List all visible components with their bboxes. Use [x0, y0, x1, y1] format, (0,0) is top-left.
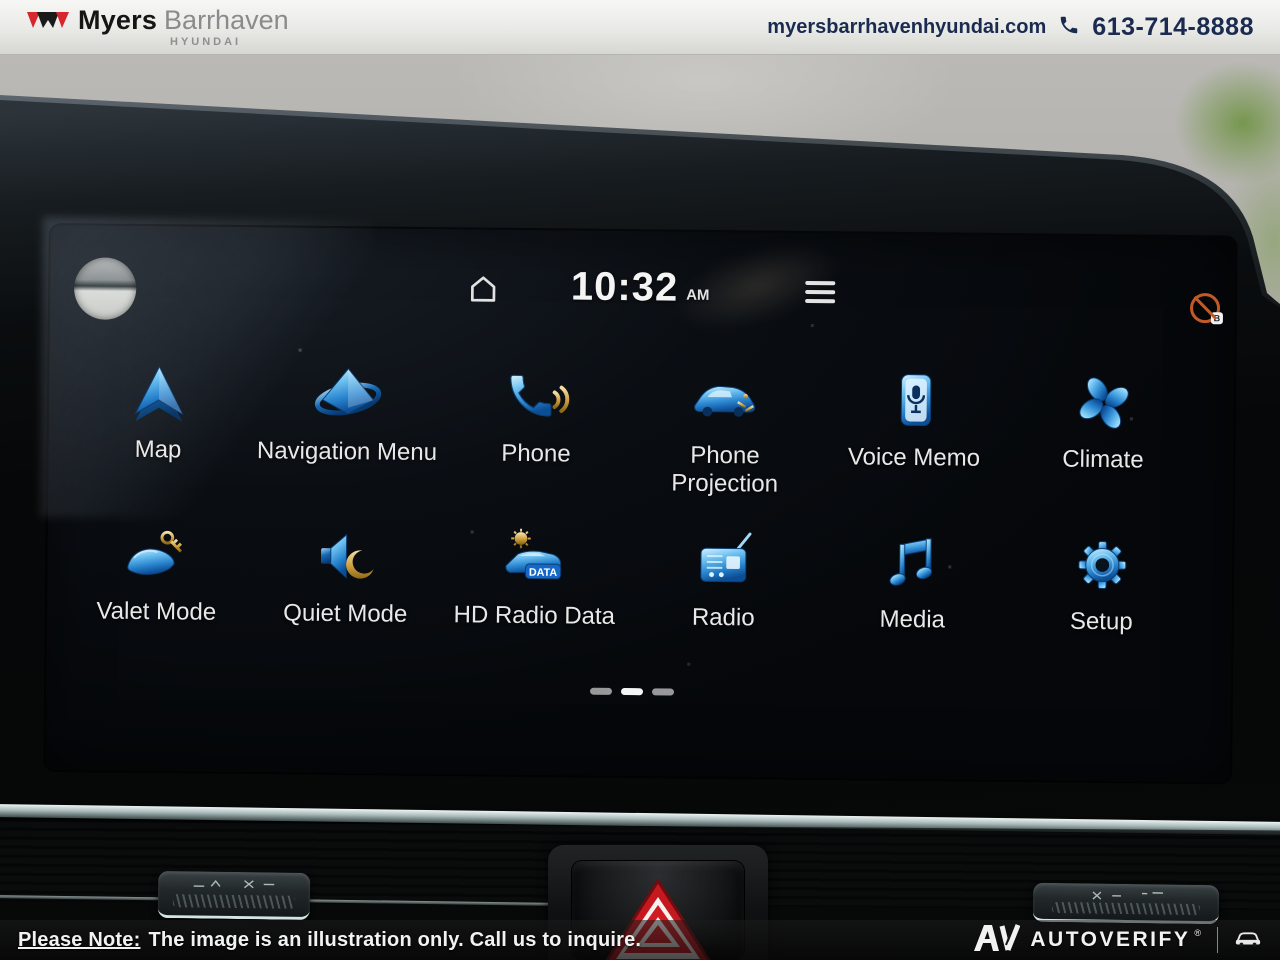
radio-receiver-icon [629, 521, 819, 601]
app-tile-setup[interactable]: Setup [1007, 525, 1197, 637]
dealer-website: myersbarrhavenhyundai.com [767, 16, 1046, 39]
page-indicator[interactable] [582, 688, 682, 696]
car-icon [1234, 928, 1262, 953]
music-notes-icon [818, 523, 1008, 603]
app-label: Valet Mode [62, 597, 251, 627]
myers-m-emblem-icon [26, 7, 70, 38]
app-tile-map[interactable]: Map [63, 353, 253, 493]
hamburger-menu-button[interactable] [805, 281, 835, 303]
car-sun-data-icon: DATA [440, 519, 630, 599]
vehicle-photo: 10:32 AM B Map [0, 55, 1280, 960]
app-grid-row-2: Valet Mode Quiet Mode [62, 515, 1197, 637]
page-dot-active [621, 688, 643, 695]
app-grid-row-1: Map Navigation Menu [63, 353, 1198, 503]
app-label: Quiet Mode [251, 599, 440, 629]
app-tile-media[interactable]: Media [818, 523, 1008, 635]
voice-recorder-icon [820, 361, 1010, 441]
app-label: HD Radio Data [440, 601, 629, 631]
infotainment-display: 10:32 AM B Map [45, 225, 1236, 782]
bluetooth-badge: B [1211, 312, 1223, 324]
page-dot [590, 688, 612, 695]
app-tile-climate[interactable]: Climate [1008, 363, 1198, 503]
navigation-orbit-icon [253, 355, 443, 435]
registered-mark: ® [1194, 928, 1201, 938]
app-label: Map [63, 435, 252, 465]
vent-adjuster-tab[interactable] [1033, 883, 1220, 925]
fan-icon [1009, 363, 1199, 443]
hand-key-icon [62, 515, 252, 595]
autoverify-name: AUTOVERIFY [1030, 928, 1190, 952]
app-tile-navigation-menu[interactable]: Navigation Menu [252, 355, 442, 495]
clock: 10:32 AM [530, 264, 750, 310]
app-tile-valet-mode[interactable]: Valet Mode [62, 515, 252, 627]
page-dot [652, 688, 674, 695]
dealer-name: Myers [78, 7, 157, 34]
app-label: Radio [629, 603, 818, 633]
app-tile-quiet-mode[interactable]: Quiet Mode [251, 517, 441, 629]
app-label: Climate [1008, 445, 1197, 475]
phone-handset-icon [442, 357, 632, 437]
disclaimer-note: Please Note: The image is an illustration… [18, 929, 641, 952]
dealer-contact: myersbarrhavenhyundai.com 613-714-8888 [767, 13, 1254, 42]
clock-time: 10:32 [571, 264, 679, 309]
map-arrow-icon [64, 353, 254, 433]
vent-adjuster-tab[interactable] [158, 871, 311, 920]
dealer-phone: 613-714-8888 [1092, 13, 1254, 42]
app-label: Voice Memo [819, 443, 1008, 473]
app-tile-phone-projection[interactable]: Phone Projection [630, 359, 820, 499]
speaker-moon-icon [251, 517, 441, 597]
app-label: Setup [1007, 607, 1196, 637]
driver-profile-avatar[interactable] [74, 257, 137, 320]
bluetooth-disconnected-icon: B [1190, 293, 1220, 323]
car-usb-icon [631, 359, 821, 439]
phone-handset-icon [1058, 14, 1080, 41]
note-text: The image is an illustration only. Call … [148, 929, 641, 951]
app-tile-hd-radio-data[interactable]: DATA HD Radio Data [440, 519, 630, 631]
dealer-brand: HYUNDAI [170, 37, 289, 48]
app-label: Media [818, 605, 1007, 635]
note-label: Please Note: [18, 929, 140, 951]
clock-period: AM [686, 287, 710, 304]
app-tile-radio[interactable]: Radio [629, 521, 819, 633]
divider [1217, 927, 1218, 953]
dealer-location: Barrhaven [164, 7, 289, 34]
gear-icon [1007, 525, 1197, 605]
autoverify-av-logo-icon [972, 923, 1020, 958]
dealer-banner: Myers Barrhaven HYUNDAI myersbarrhavenhy… [0, 0, 1280, 55]
dealer-logo: Myers Barrhaven HYUNDAI [26, 7, 289, 48]
app-label: Navigation Menu [252, 437, 441, 467]
app-tile-voice-memo[interactable]: Voice Memo [819, 361, 1009, 501]
app-tile-phone[interactable]: Phone [441, 357, 631, 497]
autoverify-brand: AUTOVERIFY ® [972, 923, 1262, 958]
disclaimer-bar: Please Note: The image is an illustration… [0, 920, 1280, 960]
app-label: Phone [441, 439, 630, 469]
svg-text:DATA: DATA [528, 567, 557, 579]
home-button[interactable] [465, 271, 501, 305]
app-label: Phone Projection [639, 441, 812, 499]
